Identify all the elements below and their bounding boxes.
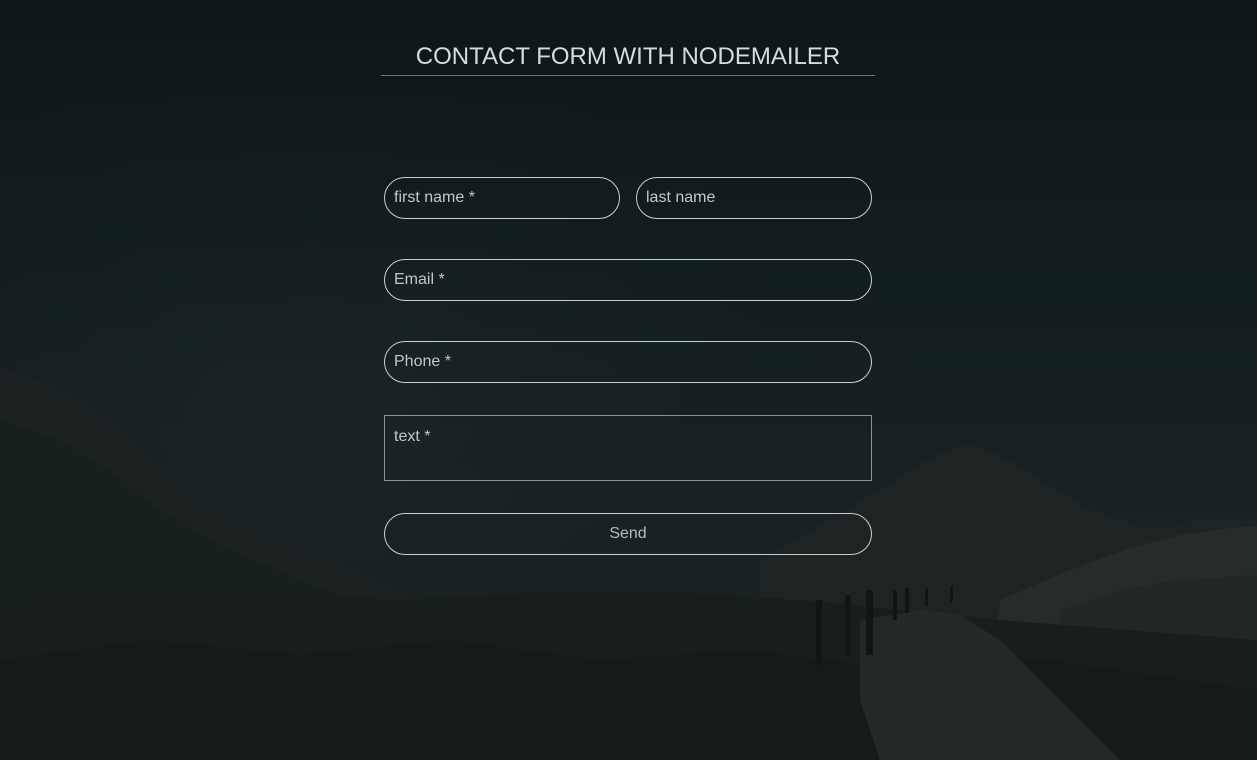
page-title: CONTACT FORM WITH NODEMAILER (415, 43, 841, 70)
phone-input[interactable] (384, 341, 872, 383)
last-name-input[interactable] (636, 177, 872, 219)
first-name-input[interactable] (384, 177, 620, 219)
email-input[interactable] (384, 259, 872, 301)
message-textarea[interactable] (384, 415, 872, 481)
title-underline (381, 75, 875, 76)
send-button[interactable]: Send (384, 513, 872, 555)
contact-page: CONTACT FORM WITH NODEMAILER Send (0, 0, 1257, 760)
